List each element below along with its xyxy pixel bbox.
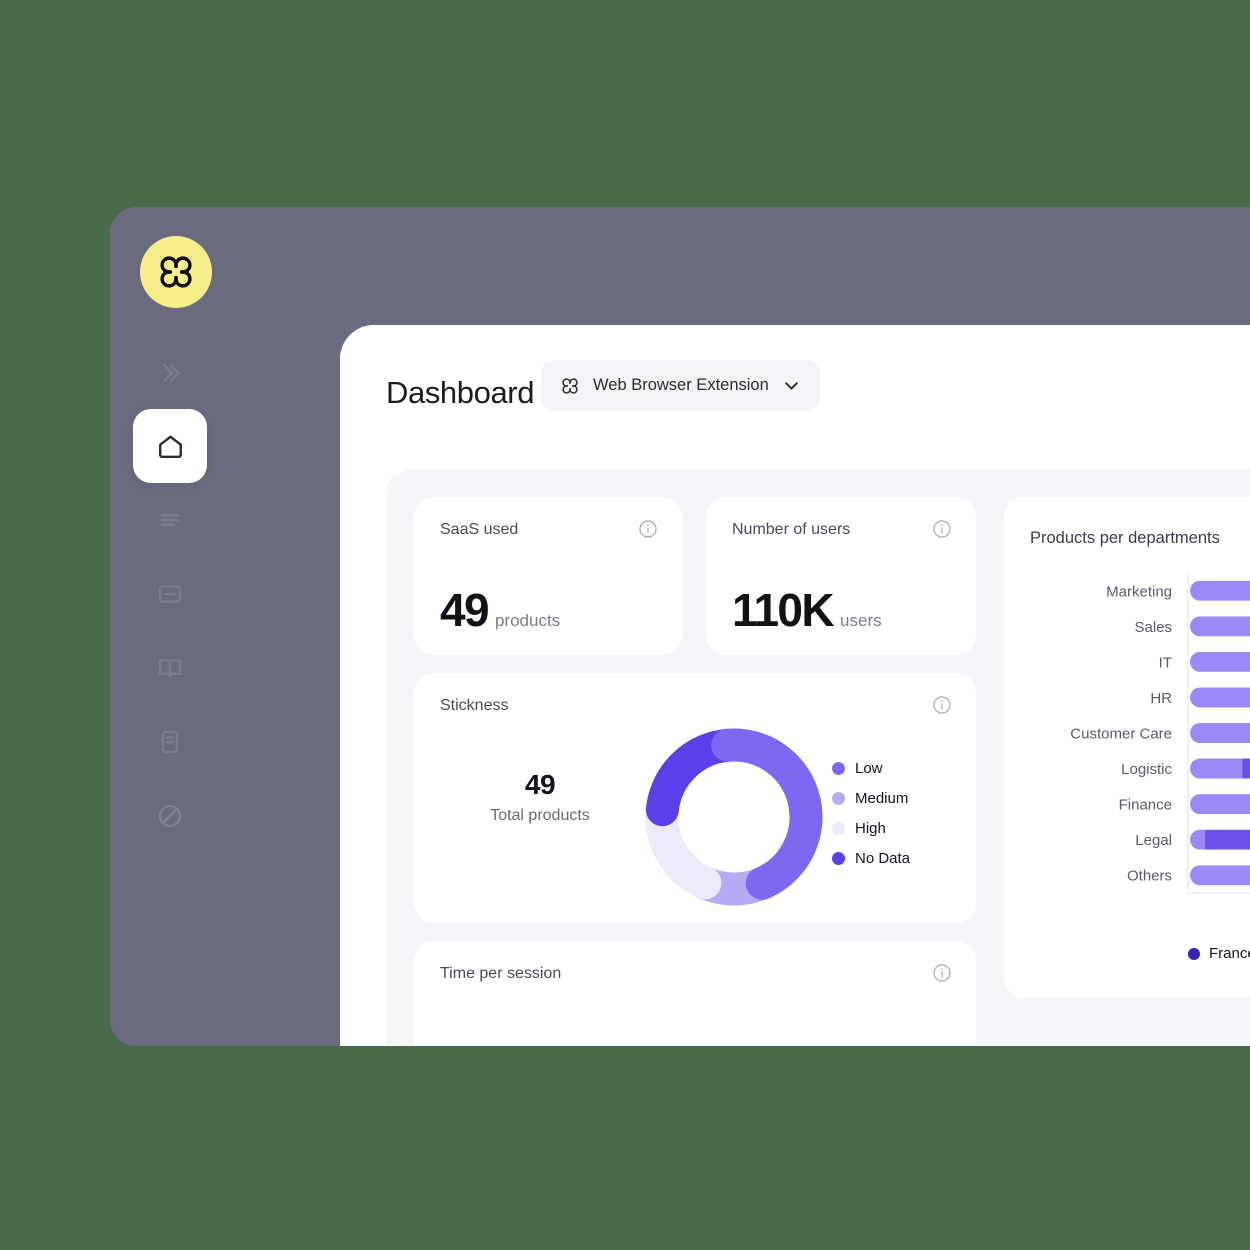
info-icon[interactable] xyxy=(932,695,952,715)
legend-dot-low xyxy=(832,761,845,775)
svg-text:Others: Others xyxy=(1127,868,1172,885)
legend-dot-medium xyxy=(832,791,845,805)
knot-logo[interactable] xyxy=(140,236,212,308)
kpi-value-group: 110K users xyxy=(732,587,882,633)
stickness-total-value: 49 xyxy=(524,769,556,800)
knot-icon xyxy=(559,375,581,397)
card-products-per-departments: Products per departments Marketing Sales I… xyxy=(1004,497,1250,997)
svg-text:IT: IT xyxy=(1159,654,1172,671)
legend-item[interactable]: Low xyxy=(832,753,910,783)
sidebar-item-blocked[interactable] xyxy=(133,779,207,853)
chevrons-right-icon xyxy=(157,360,183,386)
info-icon[interactable] xyxy=(638,519,658,539)
sidebar xyxy=(110,207,340,1046)
info-icon[interactable] xyxy=(932,519,952,539)
legend-item[interactable]: High xyxy=(832,813,910,843)
product-selector-label: Web Browser Extension xyxy=(593,376,769,394)
kpi-value: 49 xyxy=(440,584,490,636)
page-title: Dashboard xyxy=(386,375,535,410)
stickness-legend: Low Medium High No Data xyxy=(832,753,910,873)
svg-text:Legal: Legal xyxy=(1135,832,1172,849)
legend-label: Low xyxy=(855,759,883,777)
card-number-of-users: Number of users 110K users xyxy=(706,497,976,655)
screenshot-stage: Dashboard Web Browser Extension SaaS use… xyxy=(0,0,1250,1250)
legend-item[interactable]: France xyxy=(1188,945,1250,962)
legend-dot-high xyxy=(832,821,845,835)
svg-text:Customer Care: Customer Care xyxy=(1070,726,1172,743)
top-bar: Dashboard Web Browser Extension xyxy=(340,325,1250,469)
card-title: SaaS used xyxy=(440,521,519,538)
card-title: Number of users xyxy=(732,521,851,538)
bar-chart-legend: France UK xyxy=(1188,945,1250,962)
svg-text:HR: HR xyxy=(1150,690,1172,707)
list-icon xyxy=(156,506,184,534)
sidebar-item-list[interactable] xyxy=(133,483,207,557)
legend-dot-no-data xyxy=(832,851,845,865)
card-time-per-session: Time per session xyxy=(414,941,976,1046)
sidebar-item-inbox[interactable] xyxy=(133,557,207,631)
stickness-total-label: Total products xyxy=(490,807,590,824)
info-icon[interactable] xyxy=(932,963,952,983)
chevron-down-icon xyxy=(781,375,802,396)
card-saas-used: SaaS used 49 products xyxy=(414,497,682,655)
kpi-unit: users xyxy=(840,611,882,630)
svg-text:Logistic: Logistic xyxy=(1121,761,1172,778)
sidebar-item-documents[interactable] xyxy=(133,705,207,779)
dashboard-tray: SaaS used 49 products Number of users 11… xyxy=(386,469,1250,1046)
legend-item[interactable]: Medium xyxy=(832,783,910,813)
legend-dot-france xyxy=(1188,947,1200,960)
book-icon xyxy=(156,654,184,682)
kpi-value: 110K xyxy=(732,584,835,636)
sidebar-item-library[interactable] xyxy=(133,631,207,705)
legend-label: France xyxy=(1209,945,1250,962)
sidebar-collapse-button[interactable] xyxy=(133,337,207,409)
stickness-donut-chart xyxy=(640,723,828,911)
home-icon xyxy=(156,432,185,461)
kpi-value-group: 49 products xyxy=(440,587,560,633)
card-title: Time per session xyxy=(440,965,562,982)
sidebar-nav xyxy=(110,337,340,853)
kpi-unit: products xyxy=(494,611,561,630)
stickness-center-stat: 49 Total products xyxy=(470,769,610,825)
card-title: Stickness xyxy=(440,697,509,714)
svg-text:Marketing: Marketing xyxy=(1106,583,1172,600)
card-stickness: Stickness 49 Total products Low Medium H… xyxy=(414,673,976,923)
svg-text:Finance: Finance xyxy=(1119,797,1172,814)
card-title: Products per departments xyxy=(1030,529,1220,547)
products-per-departments-chart: Marketing Sales IT HR Customer Care Logistic F… xyxy=(1004,559,1250,939)
svg-text:Sales: Sales xyxy=(1134,619,1172,636)
sidebar-item-home[interactable] xyxy=(133,409,207,483)
legend-label: High xyxy=(855,819,886,837)
ban-icon xyxy=(156,802,184,830)
content-panel: Dashboard Web Browser Extension SaaS use… xyxy=(340,325,1250,1046)
app-window: Dashboard Web Browser Extension SaaS use… xyxy=(110,207,1250,1046)
legend-label: No Data xyxy=(855,849,911,867)
inbox-icon xyxy=(156,580,184,608)
product-selector-dropdown[interactable]: Web Browser Extension xyxy=(541,360,820,411)
legend-item[interactable]: No Data xyxy=(832,843,910,873)
file-icon xyxy=(156,728,184,756)
legend-label: Medium xyxy=(855,789,909,807)
